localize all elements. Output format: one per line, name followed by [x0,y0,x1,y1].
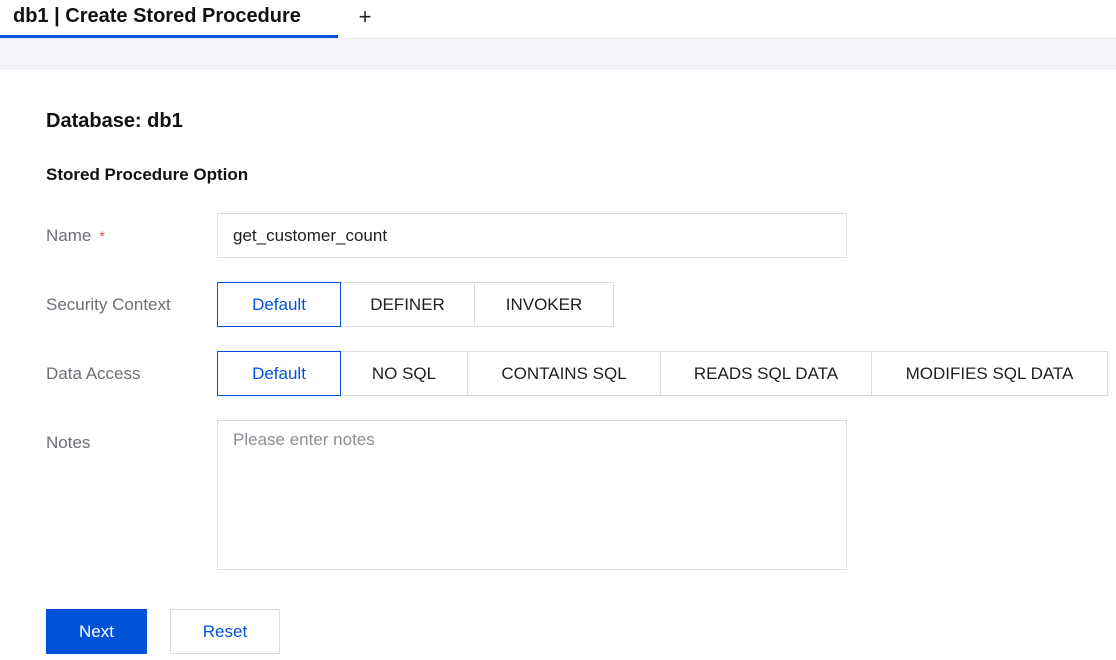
security-context-segmented: Default DEFINER INVOKER [217,282,614,327]
data-access-option-reads-sql-data[interactable]: READS SQL DATA [660,351,872,396]
tab-bar: db1 | Create Stored Procedure + [0,0,1116,38]
tab-label: db1 | Create Stored Procedure [13,5,301,27]
security-context-label: Security Context [46,295,171,314]
name-label: Name [46,226,92,245]
notes-textarea[interactable] [217,420,847,570]
section-title: Stored Procedure Option [46,165,249,184]
toolbar-strip [0,38,1116,69]
data-access-option-default[interactable]: Default [217,351,341,396]
notes-label: Notes [46,433,91,452]
data-access-label: Data Access [46,364,141,383]
add-tab-icon[interactable]: + [354,4,376,30]
data-access-option-modifies-sql-data[interactable]: MODIFIES SQL DATA [871,351,1108,396]
name-label-row: Name * [46,226,105,246]
data-access-option-contains-sql[interactable]: CONTAINS SQL [467,351,661,396]
database-heading: Database: db1 [46,110,183,132]
reset-button[interactable]: Reset [170,609,280,654]
security-option-default[interactable]: Default [217,282,341,327]
data-access-segmented: Default NO SQL CONTAINS SQL READS SQL DA… [217,351,1108,396]
name-input[interactable] [217,213,847,258]
required-star: * [99,228,105,244]
next-button[interactable]: Next [46,609,147,654]
security-option-definer[interactable]: DEFINER [340,282,475,327]
security-option-invoker[interactable]: INVOKER [474,282,614,327]
data-access-option-no-sql[interactable]: NO SQL [340,351,468,396]
tab-create-stored-procedure[interactable]: db1 | Create Stored Procedure [0,0,338,38]
